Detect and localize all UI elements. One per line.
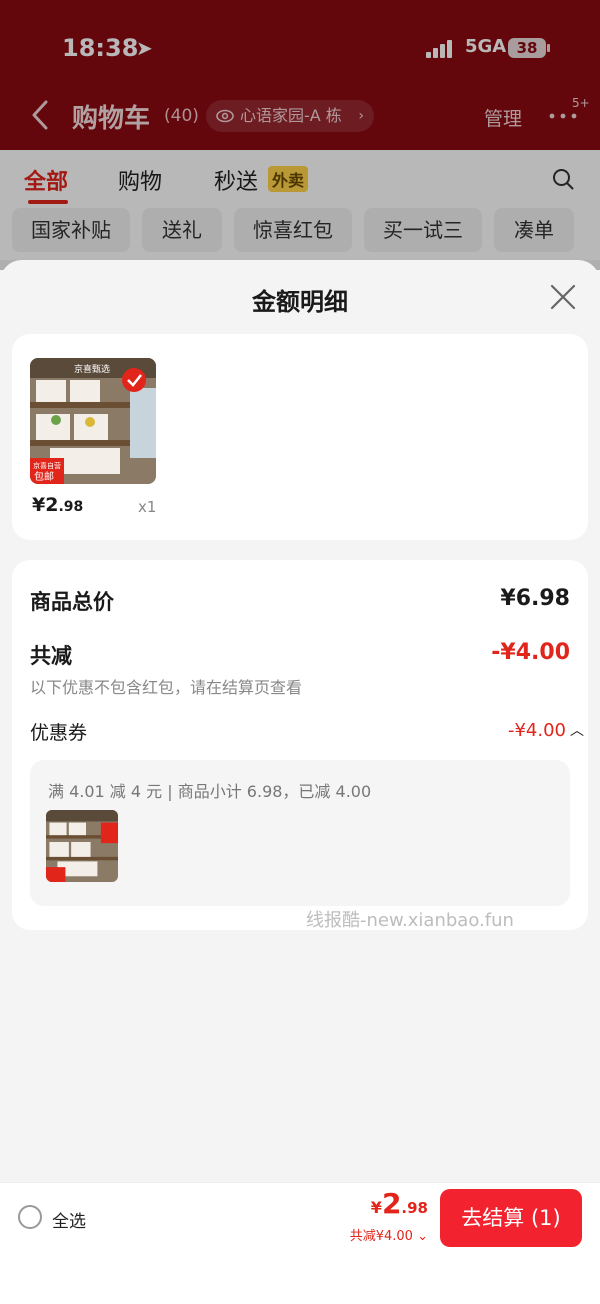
goods-total-label: 商品总价 [30,590,114,614]
tag-top: 京喜甄选 [74,363,110,374]
coupon-desc: 满 4.01 减 4 元 | 商品小计 6.98，已减 4.00 [48,782,372,801]
price-int: ¥2 [32,494,59,516]
price-summary-card: 商品总价 ¥6.98 共减 -¥4.00 以下优惠不包含红包，请在结算页查看 优… [12,560,588,930]
total-price: ¥2.98 [371,1187,428,1220]
coupon-label: 优惠券 [30,722,88,744]
coupon-detail: 满 4.01 减 4 元 | 商品小计 6.98，已减 4.00 [30,760,570,906]
product-image[interactable]: 京喜甄选 京喜自营 包邮 [30,358,156,484]
total-dec: .98 [401,1199,428,1217]
chevron-up-icon[interactable]: ︿ [570,720,584,740]
discount-label: 共减 [30,644,72,668]
home-indicator-area [0,1252,600,1304]
price-dec: .98 [58,499,84,515]
discount-value: -¥4.00 [491,640,570,665]
coupon-value[interactable]: -¥4.00 [508,720,566,741]
checkout-button[interactable]: 去结算 (1) [440,1189,582,1247]
overlay-dim [0,0,600,270]
total-int: 2 [381,1187,402,1220]
product-qty: x1 [138,498,157,516]
tag-bottom: 京喜自营 [33,461,61,470]
tag-free-shipping: 包邮 [34,470,54,483]
select-all-radio[interactable] [18,1205,42,1229]
total-currency: ¥ [370,1198,382,1217]
saved-text: 共减¥4.00 [349,1229,413,1244]
watermark: 线报酷-new.xianbao.fun [306,910,514,931]
product-card: 京喜甄选 京喜自营 包邮 ¥2.98 x1 [12,334,588,540]
goods-total-value: ¥6.98 [500,586,570,611]
product-price: ¥2.98 [32,494,83,516]
saved-amount[interactable]: 共减¥4.00 ⌄ [350,1225,428,1244]
sheet-title: 金额明细 [252,288,348,316]
close-icon[interactable] [550,284,576,310]
amount-detail-sheet: 金额明细 京喜甄选 京喜自营 包邮 ¥2.98 x1 商品总价 ¥6.98 共减… [0,260,600,1304]
chevron-down-icon: ⌄ [417,1229,428,1244]
checkout-bar: 全选 ¥2.98 共减¥4.00 ⌄ 去结算 (1) [0,1182,600,1252]
select-all-label[interactable]: 全选 [52,1207,86,1232]
coupon-product-image [46,810,118,882]
discount-note: 以下优惠不包含红包，请在结算页查看 [30,678,303,697]
